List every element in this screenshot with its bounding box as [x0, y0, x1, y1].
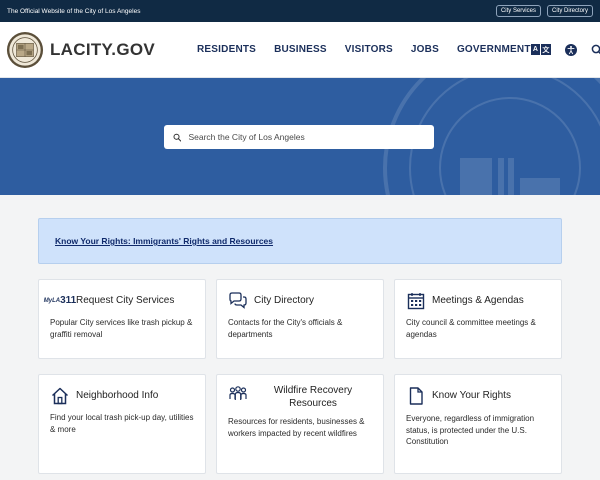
site-search-input[interactable] — [188, 132, 425, 142]
card-description: Popular City services like trash pickup … — [50, 318, 193, 339]
nav-government[interactable]: GOVERNMENT — [457, 44, 531, 55]
top-utility-bar: The Official Website of the City of Los … — [0, 0, 600, 22]
card-know-your-rights[interactable]: Know Your Rights Everyone, regardless of… — [394, 374, 562, 474]
card-title: Meetings & Agendas — [432, 294, 524, 306]
card-city-directory[interactable]: City Directory Contacts for the City's o… — [216, 279, 384, 359]
nav-visitors[interactable]: VISITORS — [345, 44, 393, 55]
chat-bubbles-icon — [229, 292, 247, 309]
accessibility-icon[interactable] — [564, 43, 577, 56]
card-title: Know Your Rights — [432, 389, 511, 401]
card-wildfire-recovery-resources[interactable]: Wildfire Recovery Resources Resources fo… — [216, 374, 384, 474]
people-icon — [229, 386, 247, 400]
nav-jobs[interactable]: JOBS — [411, 44, 439, 55]
official-website-text: The Official Website of the City of Los … — [7, 7, 141, 15]
city-services-link[interactable]: City Services — [495, 5, 541, 17]
card-description: City council & committee meetings & agen… — [406, 318, 536, 339]
calendar-icon — [407, 293, 425, 310]
search-field-icon — [173, 133, 182, 142]
translate-latin-glyph: A — [530, 44, 541, 55]
document-icon — [409, 387, 423, 405]
myla311-icon: MyLA 311 — [44, 291, 76, 311]
card-request-city-services[interactable]: MyLA 311 Request City Services Popular Ci… — [38, 279, 206, 359]
card-title: Neighborhood Info — [76, 389, 159, 401]
utility-links: City Services City Directory — [495, 5, 593, 17]
card-description: Everyone, regardless of immigration stat… — [406, 414, 535, 447]
main-nav: RESIDENTS BUSINESS VISITORS JOBS GOVERNM… — [197, 44, 531, 55]
nav-residents[interactable]: RESIDENTS — [197, 44, 256, 55]
home-logo-link[interactable]: LACITY.GOV — [6, 31, 155, 69]
myla311-icon-bottom-text: 311 — [60, 295, 77, 306]
site-header: LACITY.GOV RESIDENTS BUSINESS VISITORS J… — [0, 22, 600, 78]
card-title: City Directory — [254, 294, 315, 306]
city-seal-icon — [6, 31, 44, 68]
card-description: Find your local trash pick-up day, utili… — [50, 413, 194, 434]
translate-cjk-glyph: 文 — [541, 44, 551, 55]
search-icon[interactable] — [591, 44, 600, 56]
card-title: Request City Services — [76, 294, 175, 306]
alert-banner: Know Your Rights: Immigrants' Rights and… — [38, 218, 562, 264]
city-directory-link[interactable]: City Directory — [546, 5, 593, 17]
header-tools: A 文 — [530, 43, 600, 56]
brand-name: LACITY.GOV — [50, 39, 156, 59]
house-icon — [51, 387, 69, 405]
card-title: Wildfire Recovery Resources — [273, 385, 353, 409]
myla311-icon-top-text: MyLA — [43, 298, 61, 304]
card-meetings-agendas[interactable]: Meetings & Agendas City council & commit… — [394, 279, 562, 359]
hero-banner — [0, 78, 600, 195]
card-description: Contacts for the City's officials & depa… — [228, 318, 343, 339]
nav-business[interactable]: BUSINESS — [274, 44, 327, 55]
site-search-box[interactable] — [164, 125, 434, 149]
card-description: Resources for residents, businesses & wo… — [228, 417, 365, 438]
translate-button[interactable]: A 文 — [530, 44, 551, 55]
card-neighborhood-info[interactable]: Neighborhood Info Find your local trash … — [38, 374, 206, 474]
know-your-rights-alert-link[interactable]: Know Your Rights: Immigrants' Rights and… — [55, 236, 273, 246]
